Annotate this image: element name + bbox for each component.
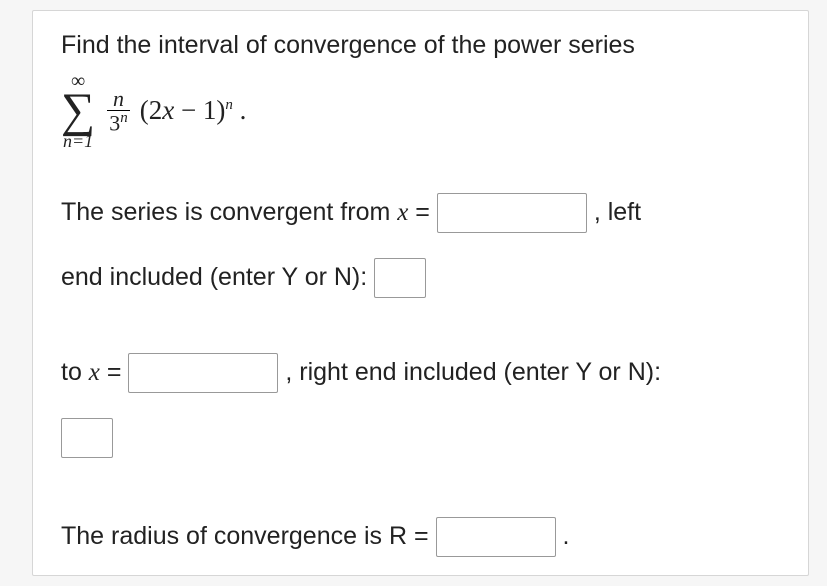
text-period: . — [562, 522, 569, 550]
text-radius: The radius of convergence is R = — [61, 522, 436, 550]
to-block: to x = , right end included (enter Y or … — [61, 340, 780, 470]
sigma-lower-limit: n=1 — [63, 132, 93, 150]
radius-line: The radius of convergence is R = . — [61, 504, 780, 569]
input-left-end-yn[interactable] — [374, 258, 426, 298]
from-block: The series is convergent from x = , left… — [61, 180, 780, 310]
text-left-end-included: end included (enter Y or N): — [61, 263, 374, 291]
question-panel: Find the interval of convergence of the … — [32, 10, 809, 576]
input-right-end-yn[interactable] — [61, 418, 113, 458]
fraction-numerator: n — [109, 87, 128, 110]
expression-body: (2x − 1)n . — [140, 89, 247, 132]
sigma-block: ∞ ∑ n=1 — [61, 71, 95, 150]
text-right-end-included: , right end included (enter Y or N): — [285, 358, 661, 386]
question-prompt: Find the interval of convergence of the … — [61, 25, 780, 65]
sigma-symbol: ∑ — [61, 91, 95, 132]
input-to-x[interactable] — [128, 353, 278, 393]
var-x-1: x — [397, 199, 408, 226]
var-x-2: x — [89, 359, 100, 386]
text-convergent-from: The series is convergent from — [61, 198, 397, 226]
fraction: n 3n — [107, 87, 130, 135]
series-formula: ∞ ∑ n=1 n 3n (2x − 1)n . — [61, 71, 780, 150]
input-from-x[interactable] — [437, 193, 587, 233]
text-left: , left — [594, 198, 641, 226]
fraction-denominator: 3n — [107, 111, 130, 134]
input-radius[interactable] — [436, 517, 556, 557]
text-to: to — [61, 358, 89, 386]
